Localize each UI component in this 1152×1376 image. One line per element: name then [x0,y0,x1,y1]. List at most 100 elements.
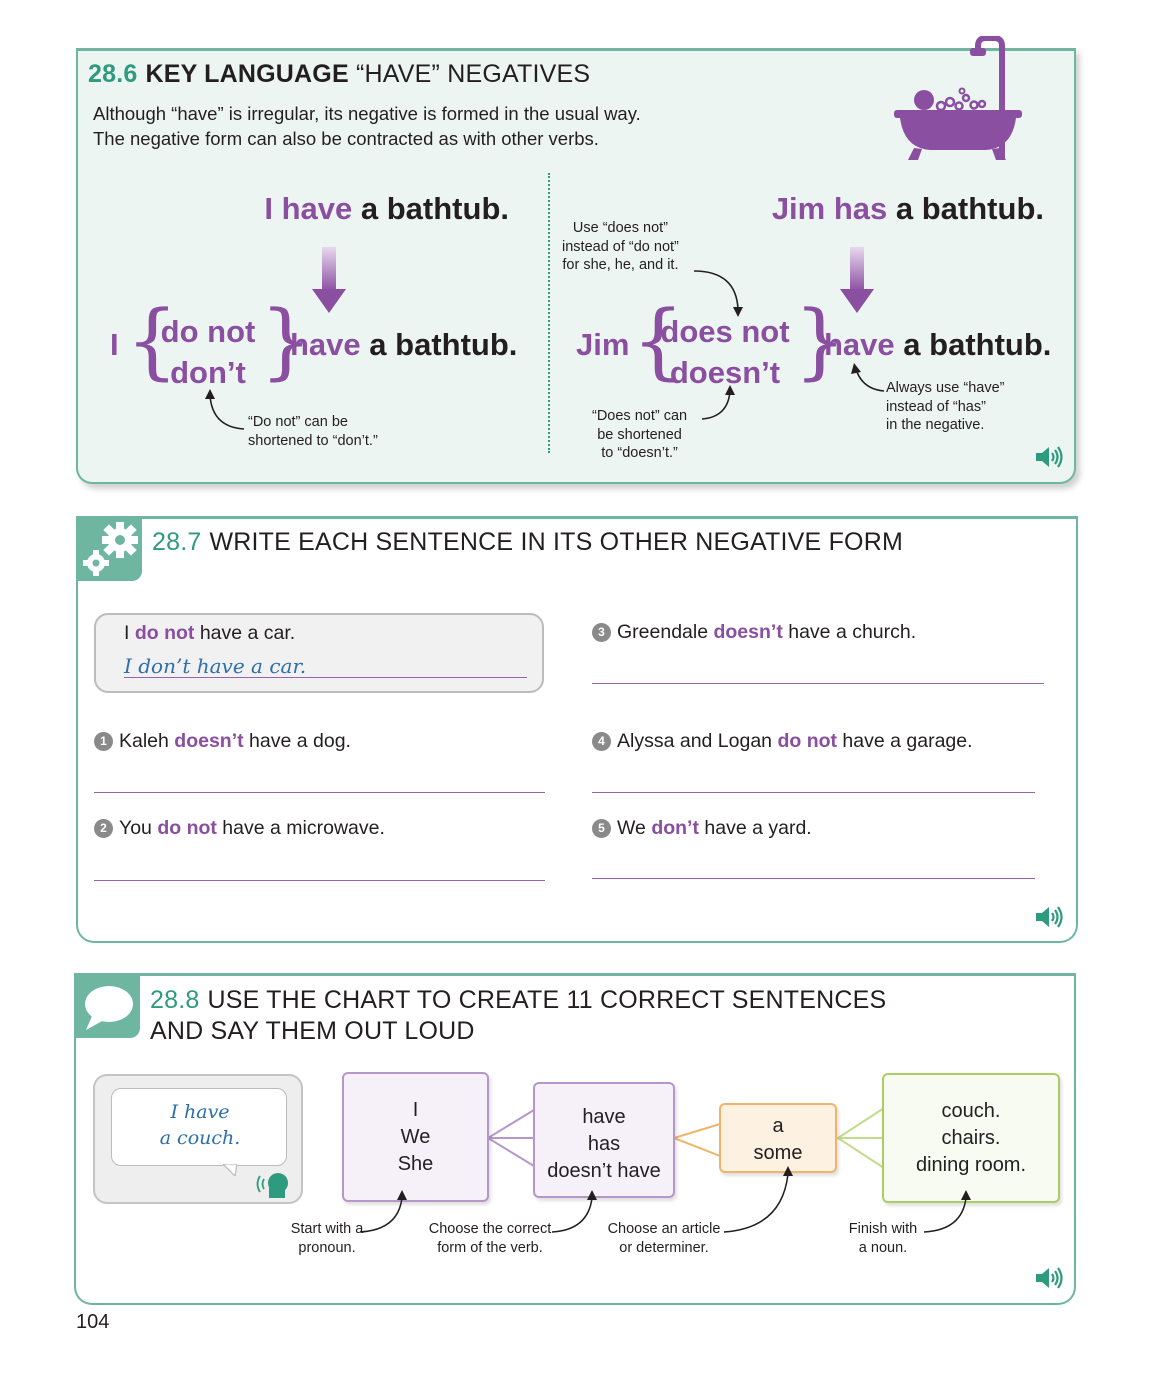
note-line: form of the verb. [437,1240,543,1256]
sentence-negative: doesn’t [174,730,244,752]
section-title-rest: “HAVE” NEGATIVES [355,60,591,88]
note-noun: Finish with a noun. [842,1220,924,1258]
sentence-post: have a car. [194,622,296,644]
affirmative-sentence-left: I have a bathtub. [264,191,509,227]
section-number: 28.7 [152,528,202,556]
object: a bathtub. [360,191,509,226]
section-title-text: WRITE EACH SENTENCE IN ITS OTHER NEGATIV… [209,528,903,556]
note-line: a noun. [858,1240,908,1256]
note-verb: Choose the correct form of the verb. [416,1220,564,1258]
subject-have: I have [264,191,353,226]
negative-forms: do not don’t [158,311,258,393]
note-line: Choose the correct [428,1221,552,1237]
note-line: “Does not” can [592,408,688,424]
note-line: pronoun. [298,1240,356,1256]
curved-arrow-icon [851,363,885,392]
object: a bathtub. [903,327,1052,362]
answer-line [124,677,527,678]
item-number: 4 [592,732,611,751]
note-line: instead of “has” [886,398,986,415]
bathtub-icon [894,36,1022,160]
page-number: 104 [76,1311,110,1333]
verb: have [290,327,361,362]
note-line: in the negative. [886,417,985,433]
sentence-negative: don’t [651,817,699,839]
affirmative-sentence-right: Jim has a bathtub. [772,191,1044,227]
example-answer: I don’t have a car. [124,654,307,678]
note-line: Finish with [848,1221,918,1237]
answer-line-3[interactable] [592,683,1044,684]
sentence-post: have a church. [782,621,917,643]
exercise-item-4: 4 Alyssa and Logan do not have a garage. [592,730,973,753]
sentence-post: have a garage. [837,730,973,752]
answer-line-4[interactable] [592,792,1035,793]
audio-speaker-icon[interactable] [1034,445,1064,469]
note-does-not: Use “does not” instead of “do not” for s… [562,219,679,275]
section-28-7: 28.7 WRITE EACH SENTENCE IN ITS OTHER NEG… [76,516,1078,943]
section-tab [78,519,142,581]
section-title: 28.6 KEY LANGUAGE “HAVE” NEGATIVES [88,60,590,89]
curved-arrow-icon [701,385,735,420]
verb: have [824,327,895,362]
section-28-6: 28.6 KEY LANGUAGE “HAVE” NEGATIVES Althou… [76,36,1076,484]
audio-speaker-icon[interactable] [1034,1266,1064,1290]
sentence-negative: doesn’t [713,621,783,643]
item-number: 2 [94,819,113,838]
note-do-not: “Do not” can be shortened to “don’t.” [248,413,378,450]
sentence-negative: do not [157,817,217,839]
note-line: Use “does not” [572,220,668,236]
note-line: instead of “do not” [562,238,679,255]
object: a bathtub. [369,327,518,362]
audio-speaker-icon[interactable] [1034,905,1064,929]
exercise-item-3: 3 Greendale doesn’t have a church. [592,621,916,644]
curved-arrow-icon [205,389,245,430]
neg-subject: Jim [576,327,630,362]
note-line: “Do not” can be [248,414,348,430]
note-line: be shortened [597,426,682,443]
note-line: for she, he, and it. [562,257,679,273]
negative-forms: does not doesn’t [660,311,790,393]
item-number: 1 [94,732,113,751]
note-pronoun: Start with a pronoun. [272,1220,382,1258]
sentence-pre: Alyssa and Logan [617,730,778,752]
object: a bathtub. [895,191,1044,226]
intro-text: Although “have” is irregular, its negati… [93,101,641,151]
down-arrow-icon [312,247,346,313]
exercise-item-2: 2 You do not have a microwave. [94,817,385,840]
divider [548,173,550,453]
note-line: Choose an article [607,1221,721,1237]
note-line: shortened to “don’t.” [248,432,378,449]
subject-has: Jim has [771,191,888,226]
answer-line-2[interactable] [94,880,545,881]
sentence-pre: I [124,622,135,644]
example-sentence: I do not have a car. [124,622,295,645]
sentence-pre: You [119,817,158,839]
neg-subject: I [110,327,119,362]
negative-sentence-right: have a bathtub. [824,327,1051,363]
section-28-8: 28.8 USE THE CHART TO CREATE 11 CORRECT S… [74,973,1076,1305]
item-number: 3 [592,623,611,642]
note-always-have: Always use “have” instead of “has” in th… [886,379,1004,435]
note-line: to “doesn’t.” [601,445,678,461]
sentence-pre: Kaleh [119,730,175,752]
sentence-post: have a yard. [698,817,812,839]
note-shortened: “Does not” can be shortened to “doesn’t.… [592,407,687,463]
neg-full: do not [160,314,256,349]
note-article: Choose an article or determiner. [600,1220,728,1258]
sentence-pre: Greendale [617,621,714,643]
note-line: Always use “have” [886,380,1005,396]
sentence-negative: do not [777,730,838,752]
example-box: I do not have a car. I don’t have a car. [94,613,544,693]
answer-line-5[interactable] [592,878,1035,879]
note-line: Start with a [290,1221,364,1237]
sentence-negative: do not [134,622,195,644]
answer-line-1[interactable] [94,792,545,793]
negative-sentence-left: have a bathtub. [290,327,517,363]
intro-line-1: Although “have” is irregular, its negati… [93,103,641,124]
section-title: 28.7 WRITE EACH SENTENCE IN ITS OTHER NEG… [152,528,903,557]
gears-icon [83,522,138,576]
intro-line-2: The negative form can also be contracted… [93,128,599,149]
sentence-pre: We [617,817,652,839]
section-number: 28.6 [88,60,138,88]
note-arrows [359,1166,971,1233]
